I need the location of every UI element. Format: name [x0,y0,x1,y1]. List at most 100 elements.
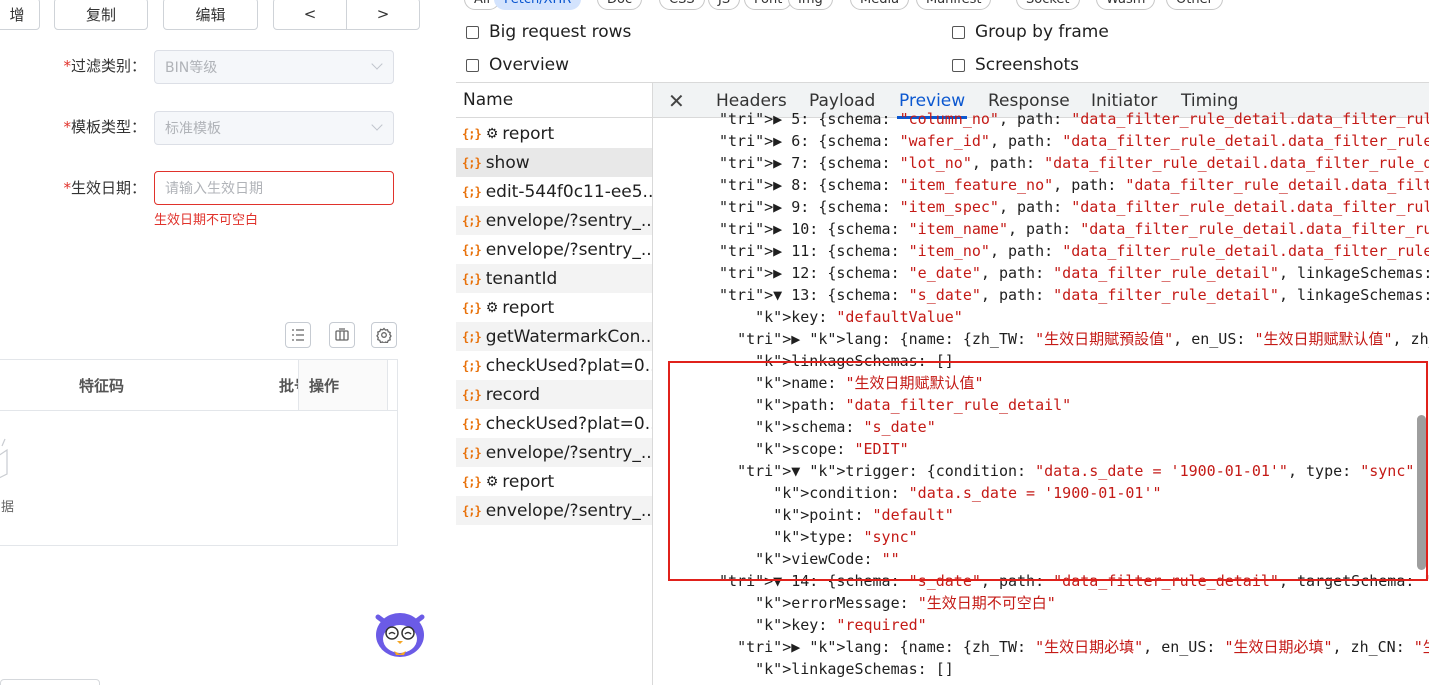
preview-line[interactable]: "tri">▶ 12: {schema: "e_date", path: "da… [719,262,1429,284]
preview-line[interactable]: "tri">▶ 9: {schema: "item_spec", path: "… [719,196,1429,218]
request-row[interactable]: {;} record [456,380,652,409]
big-request-rows-option[interactable]: Big request rows [466,22,631,42]
checkbox[interactable] [952,25,965,39]
xhr-icon: {;} [462,184,482,199]
prev-button[interactable]: < [273,0,347,30]
request-row[interactable]: {;} ⚙ report [456,467,652,496]
filter-pill-media[interactable]: Media [850,0,910,10]
preview-line[interactable]: "tri">▶ 11: {schema: "item_no", path: "d… [719,240,1429,262]
request-name: envelope/?sentry_... [485,500,652,521]
copy-button[interactable]: 复制 [54,0,148,30]
filter-pill-img[interactable]: Img [788,0,833,10]
preview-line[interactable]: "tri">▶ 6: {schema: "wafer_id", path: "d… [719,130,1429,152]
filter-pill-wasm[interactable]: Wasm [1096,0,1156,10]
operation-column-header: 操作 [298,360,388,410]
next-button[interactable]: > [346,0,420,30]
xhr-icon: {;} [462,445,482,460]
request-row[interactable]: {;} show [456,148,652,177]
label-colon: ： [130,179,146,197]
app-form-panel: 增 复制 编辑 < > *过滤类别： BIN等级 *模板类型： 标准模板 *生效… [0,0,457,685]
request-row[interactable]: {;} envelope/?sentry_... [456,235,652,264]
add-button[interactable]: 增 [0,0,40,30]
name-column-header[interactable]: Name [456,83,652,118]
request-row[interactable]: {;} envelope/?sentry_... [456,206,652,235]
xhr-icon: {;} [462,474,482,489]
overview-option[interactable]: Overview [466,55,569,75]
template-type-select[interactable]: 标准模板 [154,111,394,145]
preview-line[interactable]: "tri">▶ 10: {schema: "item_name", path: … [719,218,1429,240]
chevron-down-icon [371,119,383,131]
column-header-batch-no[interactable]: 批号 [279,360,299,410]
template-type-label: *模板类型： [30,116,146,137]
filter-type-label-text: 过滤类别 [70,57,131,75]
filter-pill-fetch-xhr[interactable]: Fetch/XHR [494,0,582,10]
request-row[interactable]: {;} tenantId [456,264,652,293]
preview-line: "k">key: "required" [755,616,927,634]
request-name: envelope/?sentry_... [485,210,652,231]
xhr-icon: {;} [462,155,482,170]
service-worker-gear-icon: ⚙ [485,473,499,490]
close-icon[interactable]: ✕ [668,83,685,118]
preview-line: "k">errorMessage: "生效日期不可空白" [755,594,1056,612]
required-mark: * [63,179,71,197]
screenshots-option[interactable]: Screenshots [952,55,1079,75]
option-label: Big request rows [489,22,632,42]
filter-pill-js[interactable]: JS [708,0,741,10]
request-name: checkUsed?plat=0... [485,355,652,376]
xhr-icon: {;} [462,387,482,402]
prev-button-label: < [303,5,317,23]
filter-pill-socket[interactable]: Socket [1016,0,1080,10]
checkbox[interactable] [952,58,965,72]
required-mark: * [63,57,71,75]
request-row[interactable]: {;} checkUsed?plat=0... [456,351,652,380]
edit-button-label: 编辑 [195,5,226,24]
request-name: tenantId [485,268,558,289]
bottom-partial-control[interactable] [0,679,100,685]
header-divider [0,410,397,411]
filter-pill-other[interactable]: Other [1166,0,1223,10]
checkbox[interactable] [466,58,479,72]
request-name: report [502,471,555,492]
checkbox[interactable] [466,25,479,39]
preview-line[interactable]: "tri">▶ "k">lang: {name: {zh_TW: "生效日期賦預… [719,328,1429,350]
request-row[interactable]: {;} envelope/?sentry_... [456,496,652,525]
xhr-icon: {;} [462,213,482,228]
edit-button[interactable]: 编辑 [163,0,258,30]
filter-pill-manifest[interactable]: Manifest [916,0,992,10]
preview-line[interactable]: "tri">▶ 8: {schema: "item_feature_no", p… [719,174,1429,196]
preview-line[interactable]: "tri">▼ 13: {schema: "s_date", path: "da… [719,284,1429,306]
request-list: Name {;} ⚙ report {;} show {;} edit-544f0c11-e… [456,83,653,685]
filter-type-value: BIN等级 [165,60,218,76]
gear-icon[interactable] [371,322,397,348]
required-mark: * [63,118,71,136]
filter-pill-doc[interactable]: Doc [597,0,643,10]
request-row[interactable]: {;} envelope/?sentry_... [456,438,652,467]
column-settings-icon[interactable] [285,322,311,348]
xhr-icon: {;} [462,271,482,286]
preview-line[interactable]: "tri">▶ 5: {schema: "column_no", path: "… [719,108,1429,130]
density-icon[interactable] [329,322,355,348]
group-by-frame-option[interactable]: Group by frame [952,22,1109,42]
request-name: edit-544f0c11-ee5... [485,181,652,202]
filter-pill-font[interactable]: Font [744,0,793,10]
empty-text: 据 [1,500,15,515]
effective-date-error: 生效日期不可空白 [154,213,259,228]
owl-assistant-icon[interactable] [372,607,428,659]
filter-pill-css[interactable]: CSS [659,0,705,10]
preview-line[interactable]: "tri">▶ "k">lang: {name: {zh_TW: "生效日期必填… [719,636,1429,658]
chevron-down-icon [371,58,383,70]
request-row[interactable]: {;} edit-544f0c11-ee5... [456,177,652,206]
preview-line[interactable]: "tri">▶ 7: {schema: "lot_no", path: "dat… [719,152,1429,174]
devtools-network-panel: AllFetch/XHRDocCSSJSFontImgMediaManifest… [456,0,1429,685]
column-header-feature-code[interactable]: 特征码 [79,360,124,410]
template-type-value: 标准模板 [165,121,221,137]
xhr-icon: {;} [462,300,482,315]
next-button-label: > [376,5,390,23]
request-row[interactable]: {;} checkUsed?plat=0... [456,409,652,438]
request-name: report [502,123,555,144]
request-row[interactable]: {;} ⚙ report [456,119,652,148]
request-row[interactable]: {;} ⚙ report [456,293,652,322]
request-row[interactable]: {;} getWatermarkCon... [456,322,652,351]
filter-type-select[interactable]: BIN等级 [154,50,394,84]
effective-date-input[interactable]: 请输入生效日期 [154,171,394,205]
